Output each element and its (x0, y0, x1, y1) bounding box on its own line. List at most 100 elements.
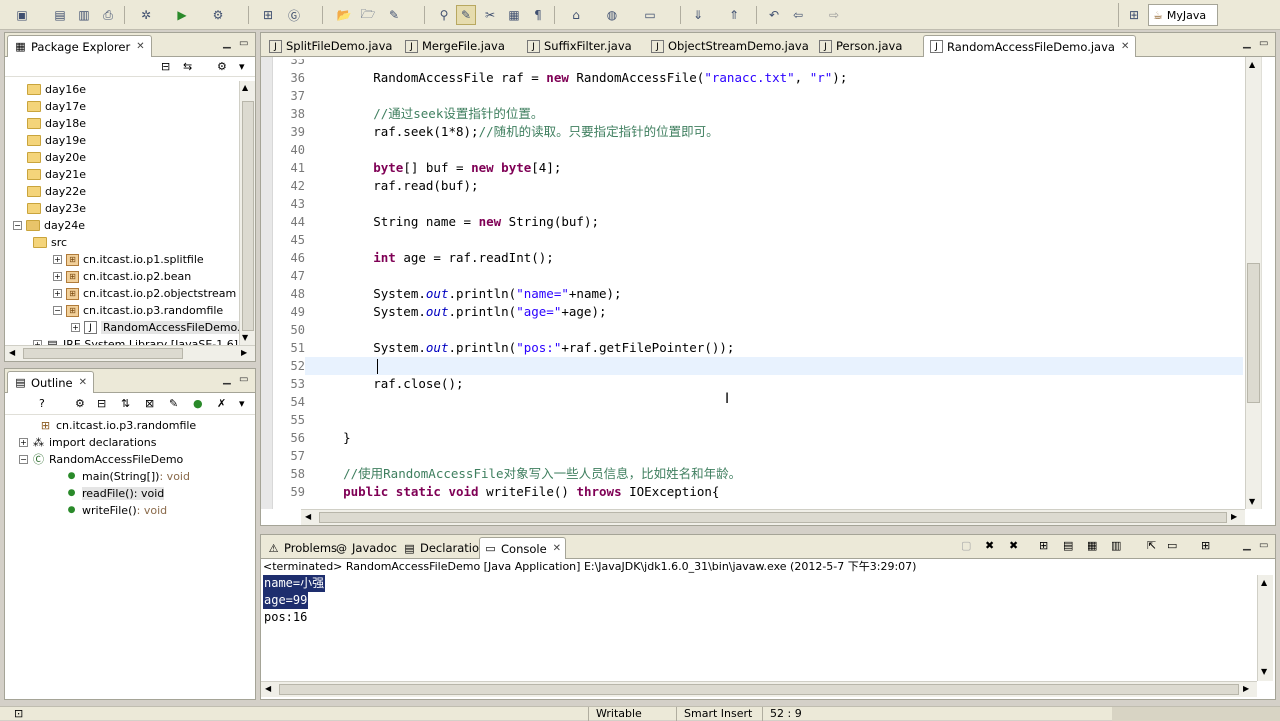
expand-icon[interactable]: − (53, 306, 62, 315)
hide-fields-icon[interactable]: ⚙ (75, 397, 85, 410)
pin-icon[interactable]: ⇱ (1147, 539, 1156, 552)
code-line[interactable]: byte[] buf = new byte[4]; (313, 159, 561, 177)
package-explorer-hscrollbar[interactable]: ◀ ▶ (5, 345, 255, 361)
expand-icon[interactable]: − (19, 455, 28, 464)
new-class-icon[interactable]: Ⓖ (284, 5, 304, 25)
console-scrollbar[interactable]: ▲ ▼ (1257, 575, 1273, 681)
maximize-icon[interactable]: ▭ (239, 375, 249, 385)
tree-item[interactable]: day22e (27, 183, 86, 200)
code-editor[interactable]: 35 36 RandomAccessFile raf = new RandomAc… (273, 59, 1243, 509)
tab-outline[interactable]: ▤ Outline ✕ (7, 371, 94, 393)
scroll-thumb[interactable] (242, 101, 254, 331)
outline-item[interactable]: ⊞ cn.itcast.io.p3.randomfile (39, 417, 196, 434)
hide-nonpublic-icon[interactable]: ⊠ (145, 397, 154, 410)
tree-item[interactable]: day16e (27, 81, 86, 98)
outline-item[interactable]: − Ⓒ RandomAccessFileDemo (19, 451, 183, 468)
minimize-icon[interactable]: ▁ (223, 39, 233, 49)
back-icon[interactable]: ⇦ (788, 5, 808, 25)
code-line[interactable]: RandomAccessFile raf = new RandomAccessF… (313, 69, 847, 87)
code-line[interactable]: } (313, 429, 351, 447)
external-tools-icon[interactable]: ⚙ (208, 5, 228, 25)
maximize-icon[interactable]: ▭ (239, 39, 249, 49)
code-line[interactable]: System.out.println("pos:"+raf.getFilePoi… (313, 339, 734, 357)
clear-console-icon[interactable]: ▢ (961, 539, 971, 552)
expand-icon[interactable]: + (53, 255, 62, 264)
new-java-project-icon[interactable]: ⊞ (258, 5, 278, 25)
copy-icon[interactable]: ▦ (1087, 539, 1097, 552)
code-line[interactable]: //使用RandomAccessFile对象写入一些人员信息，比如姓名和年龄。 (313, 465, 741, 483)
tab-editor-file[interactable]: J SuffixFilter.java (521, 35, 638, 57)
expand-icon[interactable]: + (71, 323, 80, 332)
tree-item[interactable]: day18e (27, 115, 86, 132)
minimize-icon[interactable]: ▁ (223, 375, 233, 385)
collapse-all-icon[interactable]: ⊟ (161, 60, 170, 73)
tab-declaration[interactable]: ▤ Declaration (399, 537, 490, 559)
scroll-thumb[interactable] (1247, 263, 1260, 403)
run-icon[interactable]: ▶ (172, 5, 192, 25)
prev-annotation-icon[interactable]: ⇑ (724, 5, 744, 25)
code-line[interactable]: raf.close(); (313, 375, 463, 393)
print-icon[interactable]: ⎙ (98, 5, 118, 25)
fast-view-icon[interactable]: ⊡ (14, 707, 23, 720)
tree-item[interactable]: + ⊞ cn.itcast.io.p2.objectstream (53, 285, 236, 302)
next-annotation-icon[interactable]: ⇓ (688, 5, 708, 25)
tree-item[interactable]: + J RandomAccessFileDemo.java (71, 319, 239, 336)
open-console-icon[interactable]: ⊞ (1201, 539, 1210, 552)
outline-item[interactable]: ● readFile() : void (65, 485, 165, 502)
tree-item[interactable]: + ⊞ cn.itcast.io.p1.splitfile (53, 251, 204, 268)
maximize-icon[interactable]: ▭ (1259, 39, 1269, 49)
close-icon[interactable]: ✕ (136, 41, 144, 52)
code-line[interactable]: String name = new String(buf); (313, 213, 599, 231)
tree-item[interactable]: − ⊞ cn.itcast.io.p3.randomfile (53, 302, 223, 319)
open-resource-icon[interactable]: 🗁 (358, 5, 378, 25)
tree-item[interactable]: + ⊞ cn.itcast.io.p2.bean (53, 268, 191, 285)
minimize-icon[interactable]: ▁ (1243, 39, 1253, 49)
terminate-icon[interactable]: ✖ (985, 539, 994, 552)
tree-item[interactable]: day21e (27, 166, 86, 183)
save-icon[interactable]: ▤ (50, 5, 70, 25)
console-hscrollbar[interactable]: ◀ ▶ (261, 681, 1257, 697)
tab-console[interactable]: ▭ Console ✕ (479, 537, 567, 559)
code-line[interactable]: int age = raf.readInt(); (313, 249, 554, 267)
open-type-icon[interactable]: 📂 (334, 5, 354, 25)
expand-icon[interactable]: + (53, 289, 62, 298)
tree-item[interactable]: day20e (27, 149, 86, 166)
package-explorer-scrollbar[interactable]: ▲ ▼ (239, 81, 255, 345)
outline-item[interactable]: ● main(String[]) : void (65, 468, 190, 485)
search-icon[interactable]: ✎ (384, 5, 404, 25)
outline-item[interactable]: ● writeFile() : void (65, 502, 168, 519)
forward-icon[interactable]: ⇨ (824, 5, 844, 25)
tree-item[interactable]: day17e (27, 98, 86, 115)
filter-icon[interactable]: ✗ (217, 397, 226, 410)
code-line[interactable]: System.out.println("age="+age); (313, 303, 606, 321)
tab-package-explorer[interactable]: ▦ Package Explorer ✕ (7, 35, 152, 57)
minimize-icon[interactable]: ▁ (1243, 541, 1253, 551)
outline-item[interactable]: + ⁂ import declarations (19, 434, 156, 451)
collapse-icon[interactable]: ⊟ (97, 397, 106, 410)
tree-item[interactable]: src (33, 234, 67, 251)
show-whitespace-icon[interactable]: ▦ (504, 5, 524, 25)
tab-editor-file[interactable]: J ObjectStreamDemo.java (645, 35, 815, 57)
tree-item[interactable]: day23e (27, 200, 86, 217)
code-line[interactable]: raf.read(buf); (313, 177, 478, 195)
code-line[interactable]: public static void writeFile() throws IO… (313, 483, 719, 501)
chevron-down-icon[interactable]: ▾ (239, 397, 245, 410)
view-menu-icon[interactable]: ⚙ (217, 60, 227, 73)
code-line[interactable]: raf.seek(1*8);//随机的读取。只要指定指针的位置即可。 (313, 123, 718, 141)
web-icon[interactable]: ◍ (602, 5, 622, 25)
home-icon[interactable]: ⌂ (566, 5, 586, 25)
code-line[interactable]: //通过seek设置指针的位置。 (313, 105, 543, 123)
tab-editor-file[interactable]: J MergeFile.java (399, 35, 511, 57)
close-icon[interactable]: ✕ (79, 377, 87, 388)
tree-item[interactable]: day19e (27, 132, 86, 149)
hide-local-types-icon[interactable]: ● (193, 397, 203, 410)
toggle-block-icon[interactable]: ✂ (480, 5, 500, 25)
expand-icon[interactable]: + (19, 438, 28, 447)
save-all-icon[interactable]: ▥ (74, 5, 94, 25)
debug-icon[interactable]: ✲ (136, 5, 156, 25)
editor-hscrollbar[interactable]: ◀ ▶ (301, 509, 1245, 525)
tab-editor-file[interactable]: J SplitFileDemo.java (263, 35, 398, 57)
console-output[interactable]: name=小强 age=99 pos:16 (263, 575, 1253, 681)
tab-javadoc[interactable]: @ Javadoc (331, 537, 401, 559)
editor-scrollbar[interactable]: ▲ ▼ (1245, 57, 1261, 509)
